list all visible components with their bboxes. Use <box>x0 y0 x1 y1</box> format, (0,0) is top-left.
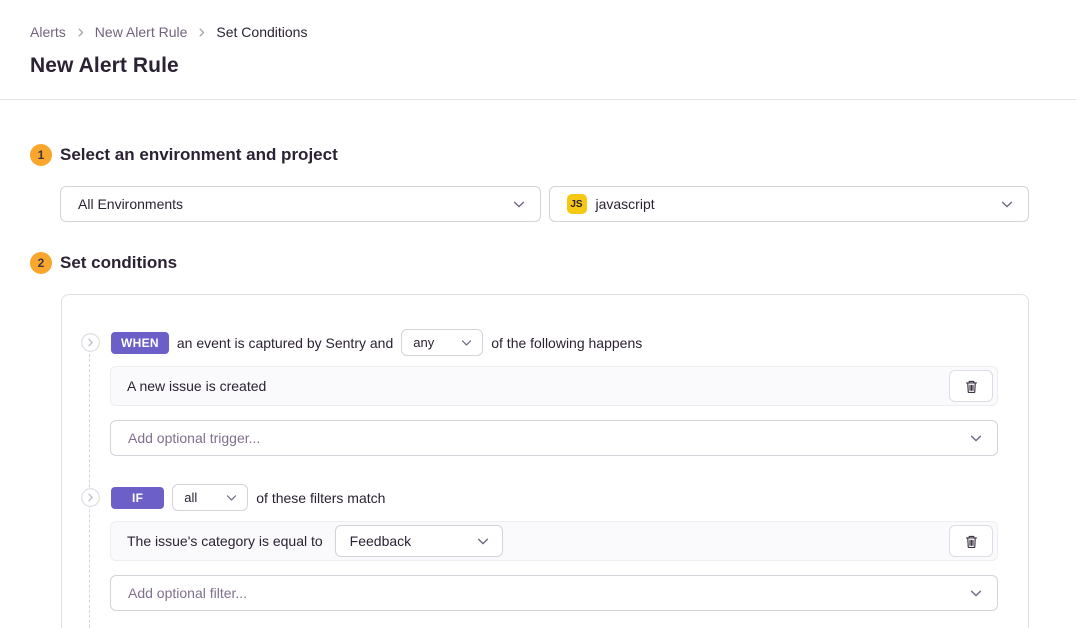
chevron-down-icon <box>1000 197 1014 211</box>
filter-value-select-value: Feedback <box>350 533 411 549</box>
when-text-after: of the following happens <box>491 335 642 351</box>
delete-trigger-button[interactable] <box>949 370 993 402</box>
chevron-down-icon <box>512 197 526 211</box>
filter-value-select[interactable]: Feedback <box>335 525 503 557</box>
if-match-select-value: all <box>184 490 197 505</box>
add-filter-placeholder: Add optional filter... <box>128 585 247 601</box>
breadcrumb-alerts[interactable]: Alerts <box>30 24 66 40</box>
add-filter-select[interactable]: Add optional filter... <box>110 575 998 611</box>
if-text-after: of these filters match <box>256 490 385 506</box>
chevron-down-icon <box>225 491 238 504</box>
conditions-section-heading: 2 Set conditions <box>30 252 1029 274</box>
chevron-right-icon <box>196 27 207 38</box>
page-header: Alerts New Alert Rule Set Conditions New… <box>0 0 1076 100</box>
chevron-down-icon <box>969 586 983 600</box>
environment-project-row: All Environments JS javascript <box>60 186 1029 222</box>
when-badge: WHEN <box>111 332 169 354</box>
filter-row: The issue's category is equal to Feedbac… <box>110 521 998 561</box>
project-select-value: javascript <box>596 196 655 212</box>
environment-select-value: All Environments <box>78 196 183 212</box>
section-conditions: 2 Set conditions WHEN an event is captur… <box>30 252 1029 628</box>
environment-section-heading: 1 Select an environment and project <box>30 144 1029 166</box>
conditions-panel: WHEN an event is captured by Sentry and … <box>61 294 1029 628</box>
conditions-section-title: Set conditions <box>60 253 177 273</box>
trigger-row: A new issue is created <box>110 366 998 406</box>
trash-icon <box>964 534 979 549</box>
trigger-row-label: A new issue is created <box>127 378 266 394</box>
section-environment: 1 Select an environment and project All … <box>30 144 1029 222</box>
breadcrumb: Alerts New Alert Rule Set Conditions <box>30 24 1046 40</box>
content: 1 Select an environment and project All … <box>0 144 1076 628</box>
trash-icon <box>964 379 979 394</box>
add-trigger-placeholder: Add optional trigger... <box>128 430 260 446</box>
if-step-header: IF all of these filters match <box>81 484 998 511</box>
chevron-down-icon <box>460 336 473 349</box>
circle-chevron-icon <box>81 488 100 507</box>
chevron-right-icon <box>75 27 86 38</box>
add-trigger-select[interactable]: Add optional trigger... <box>110 420 998 456</box>
when-match-select[interactable]: any <box>401 329 483 356</box>
chevron-down-icon <box>476 534 490 548</box>
when-match-select-value: any <box>413 335 434 350</box>
filter-row-label: The issue's category is equal to <box>127 533 323 549</box>
when-text-before: an event is captured by Sentry and <box>177 335 393 351</box>
breadcrumb-set-conditions: Set Conditions <box>216 24 307 40</box>
javascript-platform-icon: JS <box>567 194 587 214</box>
when-step-header: WHEN an event is captured by Sentry and … <box>81 329 998 356</box>
environment-section-title: Select an environment and project <box>60 145 338 165</box>
if-match-select[interactable]: all <box>172 484 248 511</box>
breadcrumb-new-alert-rule[interactable]: New Alert Rule <box>95 24 188 40</box>
project-select-content: JS javascript <box>567 194 655 214</box>
chevron-down-icon <box>969 431 983 445</box>
page-title: New Alert Rule <box>30 54 1046 78</box>
step-number-badge: 1 <box>30 144 52 166</box>
filter-row-content: The issue's category is equal to Feedbac… <box>127 525 503 557</box>
delete-filter-button[interactable] <box>949 525 993 557</box>
environment-select[interactable]: All Environments <box>60 186 541 222</box>
circle-chevron-icon <box>81 333 100 352</box>
project-select[interactable]: JS javascript <box>549 186 1030 222</box>
step-number-badge: 2 <box>30 252 52 274</box>
if-badge: IF <box>111 487 164 509</box>
